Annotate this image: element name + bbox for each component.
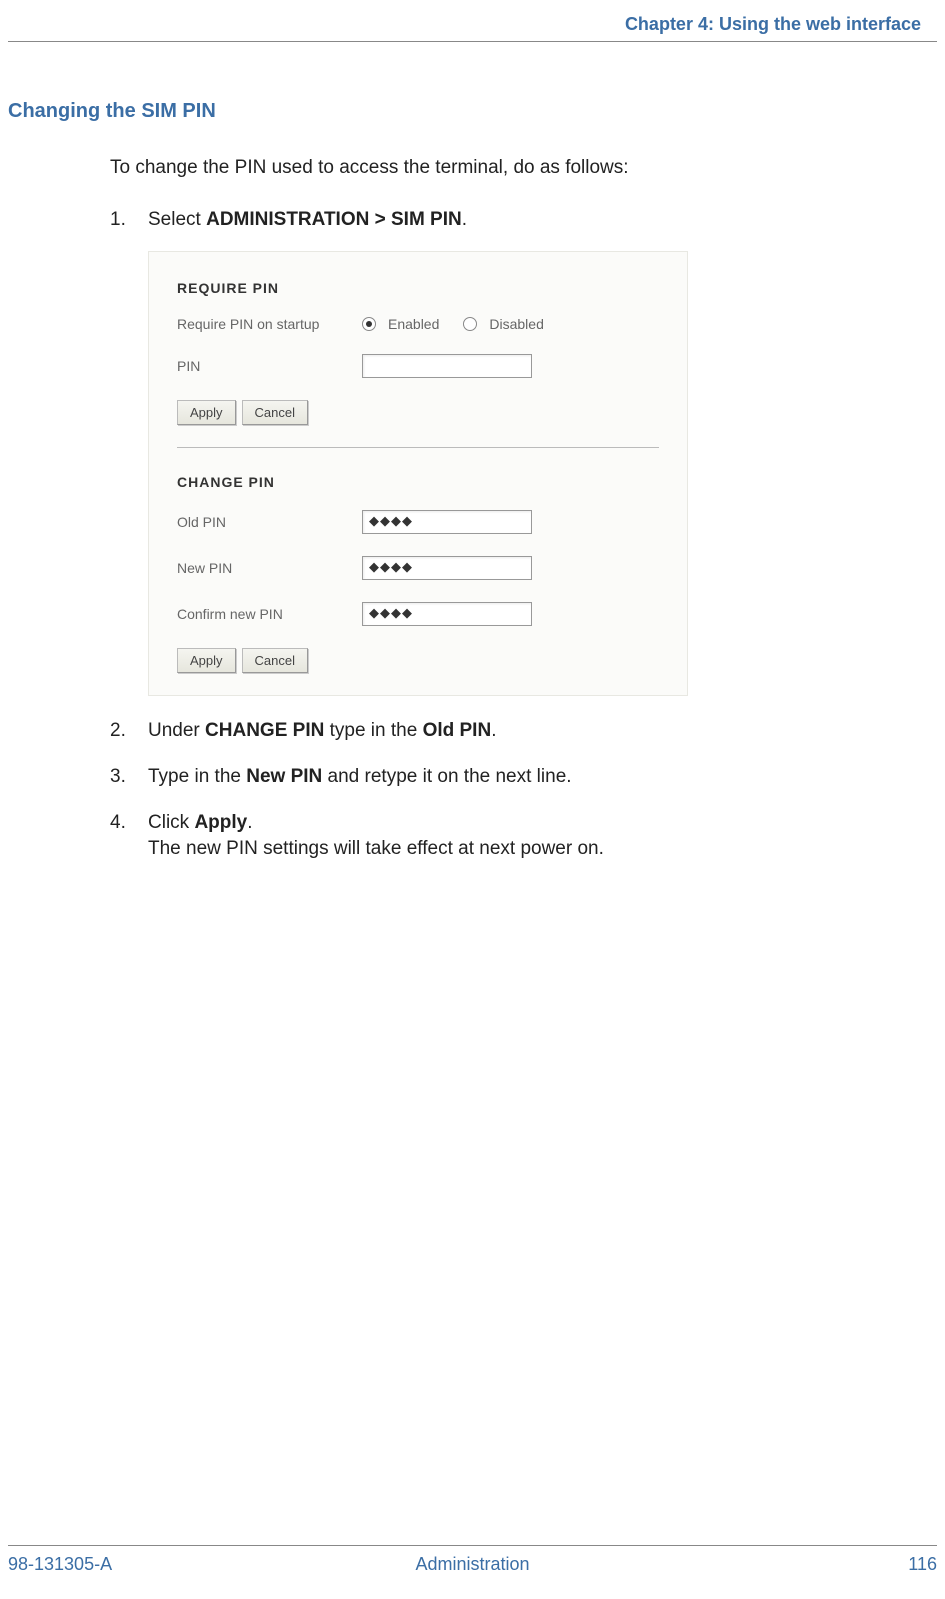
divider — [177, 447, 659, 448]
step-1-post: . — [462, 209, 467, 230]
change-pin-heading: CHANGE PIN — [177, 474, 659, 490]
step-3-number: 3. — [110, 766, 148, 788]
step-2-text: Under CHANGE PIN type in the Old PIN. — [148, 720, 885, 742]
new-pin-label: New PIN — [177, 560, 362, 576]
confirm-pin-input[interactable]: ◆◆◆◆ — [362, 602, 532, 626]
body-content: To change the PIN used to access the ter… — [110, 157, 885, 860]
radio-enabled[interactable] — [362, 317, 376, 331]
step-4-text: Click Apply. — [148, 812, 885, 834]
apply-button-2[interactable]: Apply — [177, 648, 236, 673]
step-3-pre: Type in the — [148, 766, 246, 787]
step-1-text: Select ADMINISTRATION > SIM PIN. — [148, 209, 885, 231]
step-3-bold: New PIN — [246, 766, 322, 787]
require-pin-buttons: Apply Cancel — [177, 400, 659, 425]
cancel-button-1[interactable]: Cancel — [242, 400, 308, 425]
confirm-pin-row: Confirm new PIN ◆◆◆◆ — [177, 602, 659, 626]
footer: 98-131305-A Administration 116 — [8, 1545, 937, 1575]
step-2-number: 2. — [110, 720, 148, 742]
footer-section: Administration — [415, 1554, 529, 1575]
intro-text: To change the PIN used to access the ter… — [110, 157, 885, 179]
step-4-subtext: The new PIN settings will take effect at… — [148, 838, 885, 860]
step-2: 2. Under CHANGE PIN type in the Old PIN. — [110, 720, 885, 742]
step-4: 4. Click Apply. The new PIN settings wil… — [110, 812, 885, 860]
step-2-mid: type in the — [324, 720, 422, 741]
disabled-label: Disabled — [489, 316, 543, 332]
footer-doc-number: 98-131305-A — [8, 1554, 112, 1575]
step-4-post: . — [247, 812, 252, 833]
step-4-pre: Click — [148, 812, 194, 833]
pin-input[interactable] — [362, 354, 532, 378]
step-1: 1. Select ADMINISTRATION > SIM PIN. REQU… — [110, 209, 885, 696]
step-1-bold: ADMINISTRATION > SIM PIN — [206, 209, 462, 230]
footer-page-number: 116 — [908, 1554, 937, 1575]
step-3: 3. Type in the New PIN and retype it on … — [110, 766, 885, 788]
step-4-number: 4. — [110, 812, 148, 834]
step-2-bold1: CHANGE PIN — [205, 720, 324, 741]
pin-row: PIN — [177, 354, 659, 378]
apply-button-1[interactable]: Apply — [177, 400, 236, 425]
step-1-number: 1. — [110, 209, 148, 231]
section-heading: Changing the SIM PIN — [8, 100, 945, 123]
require-pin-label: Require PIN on startup — [177, 316, 362, 332]
step-4-bold: Apply — [194, 812, 247, 833]
step-3-text: Type in the New PIN and retype it on the… — [148, 766, 885, 788]
step-3-post: and retype it on the next line. — [322, 766, 571, 787]
old-pin-input[interactable]: ◆◆◆◆ — [362, 510, 532, 534]
change-pin-buttons: Apply Cancel — [177, 648, 659, 673]
require-pin-heading: REQUIRE PIN — [177, 280, 659, 296]
old-pin-row: Old PIN ◆◆◆◆ — [177, 510, 659, 534]
new-pin-input[interactable]: ◆◆◆◆ — [362, 556, 532, 580]
sim-pin-screenshot: REQUIRE PIN Require PIN on startup Enabl… — [148, 251, 688, 696]
cancel-button-2[interactable]: Cancel — [242, 648, 308, 673]
step-1-pre: Select — [148, 209, 206, 230]
step-2-bold2: Old PIN — [423, 720, 492, 741]
new-pin-row: New PIN ◆◆◆◆ — [177, 556, 659, 580]
running-header: Chapter 4: Using the web interface — [8, 0, 937, 42]
old-pin-label: Old PIN — [177, 514, 362, 530]
require-pin-row: Require PIN on startup Enabled Disabled — [177, 316, 659, 332]
step-2-post: . — [491, 720, 496, 741]
step-2-pre: Under — [148, 720, 205, 741]
radio-disabled[interactable] — [463, 317, 477, 331]
enabled-label: Enabled — [388, 316, 439, 332]
confirm-pin-label: Confirm new PIN — [177, 606, 362, 622]
pin-label: PIN — [177, 358, 362, 374]
